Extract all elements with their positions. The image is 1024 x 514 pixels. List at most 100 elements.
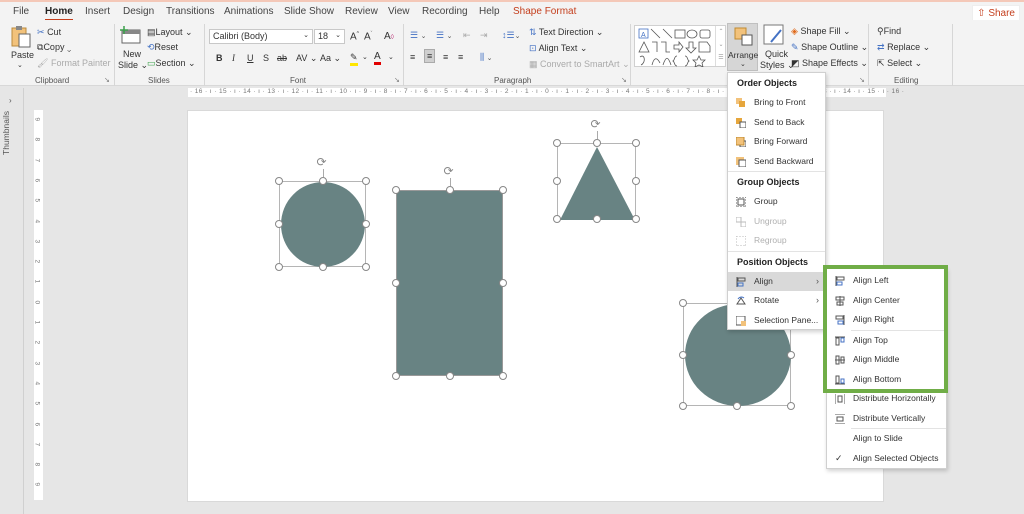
selection-pane-item[interactable]: Selection Pane... — [728, 311, 825, 331]
align-selected-objects-item[interactable]: ✓ Align Selected Objects — [827, 449, 946, 469]
group-item[interactable]: Group — [728, 192, 825, 212]
send-backward-item[interactable]: Send Backward — [728, 152, 825, 172]
expand-chevron-icon[interactable]: › — [9, 96, 12, 105]
resize-handle[interactable] — [553, 215, 561, 223]
resize-handle[interactable] — [499, 372, 507, 380]
tab-recording[interactable]: Recording — [422, 6, 468, 17]
align-right-text-button[interactable]: ≡ — [443, 52, 448, 62]
columns-button[interactable]: ⫼ ⌄ — [480, 52, 493, 63]
underline-button[interactable]: U — [247, 53, 254, 63]
rotate-item[interactable]: Rotate › — [728, 291, 825, 311]
triangle-shape[interactable] — [558, 144, 637, 220]
resize-handle[interactable] — [787, 350, 795, 359]
chevron-down-icon[interactable]: ⌄ — [388, 53, 394, 61]
resize-handle[interactable] — [362, 177, 370, 185]
resize-handle[interactable] — [445, 186, 454, 194]
tab-review[interactable]: Review — [345, 6, 378, 17]
highlight-color-button[interactable]: ✎ — [350, 52, 358, 66]
resize-handle[interactable] — [632, 139, 640, 147]
resize-handle[interactable] — [362, 263, 370, 271]
reset-button[interactable]: ⟲Reset — [147, 42, 178, 53]
chevron-down-icon[interactable]: ⌄ — [362, 53, 368, 61]
font-size-input[interactable]: 18 ⌄ — [314, 29, 345, 44]
gallery-scroll[interactable]: ⌃ ⌄ ☰ — [715, 26, 726, 66]
rectangle-shape[interactable] — [396, 190, 503, 376]
layout-button[interactable]: ▤Layout ⌄ — [147, 27, 193, 38]
align-left-text-button[interactable]: ≡ — [410, 52, 415, 62]
character-spacing-button[interactable]: AV ⌄ — [296, 53, 317, 64]
new-slide-button[interactable] — [120, 25, 142, 45]
resize-handle[interactable] — [392, 186, 400, 194]
numbering-button[interactable]: ☰ ⌄ — [436, 30, 452, 41]
circle-shape[interactable] — [281, 182, 365, 267]
increase-indent-button[interactable]: ⇥ — [480, 30, 488, 41]
resize-handle[interactable] — [592, 139, 601, 147]
arrange-button[interactable]: Arrange ⌄ — [727, 23, 758, 71]
tab-insert[interactable]: Insert — [85, 6, 110, 17]
font-color-button[interactable]: A — [374, 51, 381, 65]
distribute-vertically-item[interactable]: Distribute Vertically — [827, 409, 946, 429]
quick-styles-dropdown[interactable]: Styles ⌄ — [760, 60, 795, 71]
resize-handle[interactable] — [632, 177, 640, 185]
convert-smartart-button[interactable]: ▦ Convert to SmartArt ⌄ — [529, 59, 630, 70]
paste-button[interactable] — [10, 25, 32, 49]
resize-handle[interactable] — [592, 215, 601, 223]
triangle-shape-selection[interactable] — [557, 143, 637, 220]
text-direction-button[interactable]: ⇅ Text Direction ⌄ — [529, 27, 603, 38]
tab-design[interactable]: Design — [123, 6, 154, 17]
center-text-button[interactable]: ≡ — [424, 49, 436, 63]
shapes-gallery[interactable]: A ⌃ ⌄ ☰ — [634, 25, 726, 67]
clipboard-launcher-icon[interactable]: ↘ — [104, 76, 110, 84]
format-painter-button[interactable]: 🖌 Format Painter — [37, 58, 110, 69]
font-name-input[interactable]: Calibri (Body) ⌄ — [209, 29, 313, 44]
align-item[interactable]: Align › — [728, 271, 825, 291]
rotate-handle-icon[interactable]: ⟳ — [444, 164, 454, 178]
resize-handle[interactable] — [445, 372, 454, 380]
resize-handle[interactable] — [275, 220, 283, 228]
font-launcher-icon[interactable]: ↘ — [394, 76, 400, 84]
resize-handle[interactable] — [733, 402, 741, 410]
tab-help[interactable]: Help — [479, 6, 500, 17]
thumbnails-pane[interactable]: › Thumbnails — [0, 88, 24, 514]
paste-dropdown-icon[interactable]: ⌄ — [17, 61, 23, 69]
increase-font-size-button[interactable]: A^ — [350, 31, 359, 42]
resize-handle[interactable] — [318, 263, 327, 271]
section-button[interactable]: ▭Section ⌄ — [147, 58, 196, 69]
rotate-handle-icon[interactable]: ⟳ — [317, 155, 327, 169]
resize-handle[interactable] — [499, 186, 507, 194]
replace-button[interactable]: ⇄ Replace ⌄ — [877, 42, 930, 53]
resize-handle[interactable] — [318, 177, 327, 185]
resize-handle[interactable] — [679, 402, 687, 410]
align-to-slide-item[interactable]: Align to Slide — [827, 429, 946, 449]
vertical-ruler[interactable]: 9 8 7 6 5 4 3 2 1 0 1 2 3 4 5 6 7 8 9 — [34, 110, 43, 500]
send-to-back-item[interactable]: Send to Back — [728, 113, 825, 133]
resize-handle[interactable] — [499, 279, 507, 287]
tab-slide-show[interactable]: Slide Show — [284, 6, 334, 17]
shape-outline-button[interactable]: ✎ Shape Outline ⌄ — [791, 42, 868, 53]
decrease-indent-button[interactable]: ⇤ — [463, 30, 471, 41]
resize-handle[interactable] — [679, 299, 687, 307]
tab-transitions[interactable]: Transitions — [166, 6, 215, 17]
resize-handle[interactable] — [679, 350, 687, 359]
resize-handle[interactable] — [362, 220, 370, 228]
copy-button[interactable]: ⧉Copy ⌄ — [37, 42, 71, 53]
find-button[interactable]: ⚲Find — [877, 26, 901, 37]
resize-handle[interactable] — [787, 402, 795, 410]
resize-handle[interactable] — [553, 139, 561, 147]
resize-handle[interactable] — [632, 215, 640, 223]
change-case-button[interactable]: Aa ⌄ — [320, 53, 341, 64]
rotate-handle-icon[interactable]: ⟳ — [591, 117, 601, 131]
tab-view[interactable]: View — [388, 6, 410, 17]
italic-button[interactable]: I — [232, 53, 235, 63]
bring-forward-item[interactable]: Bring Forward — [728, 132, 825, 152]
align-text-button[interactable]: ⊡ Align Text ⌄ — [529, 43, 587, 54]
bullets-button[interactable]: ☰ ⌄ — [410, 30, 426, 41]
resize-handle[interactable] — [553, 177, 561, 185]
tab-file[interactable]: File — [13, 6, 29, 17]
cut-button[interactable]: ✂ Cut — [37, 27, 61, 38]
drawing-launcher-icon[interactable]: ↘ — [859, 76, 865, 84]
quick-styles-button[interactable] — [763, 24, 785, 46]
tab-shape-format[interactable]: Shape Format — [513, 6, 576, 17]
shape-fill-button[interactable]: ◈ Shape Fill ⌄ — [791, 26, 851, 37]
new-slide-dropdown[interactable]: Slide ⌄ — [118, 60, 148, 71]
